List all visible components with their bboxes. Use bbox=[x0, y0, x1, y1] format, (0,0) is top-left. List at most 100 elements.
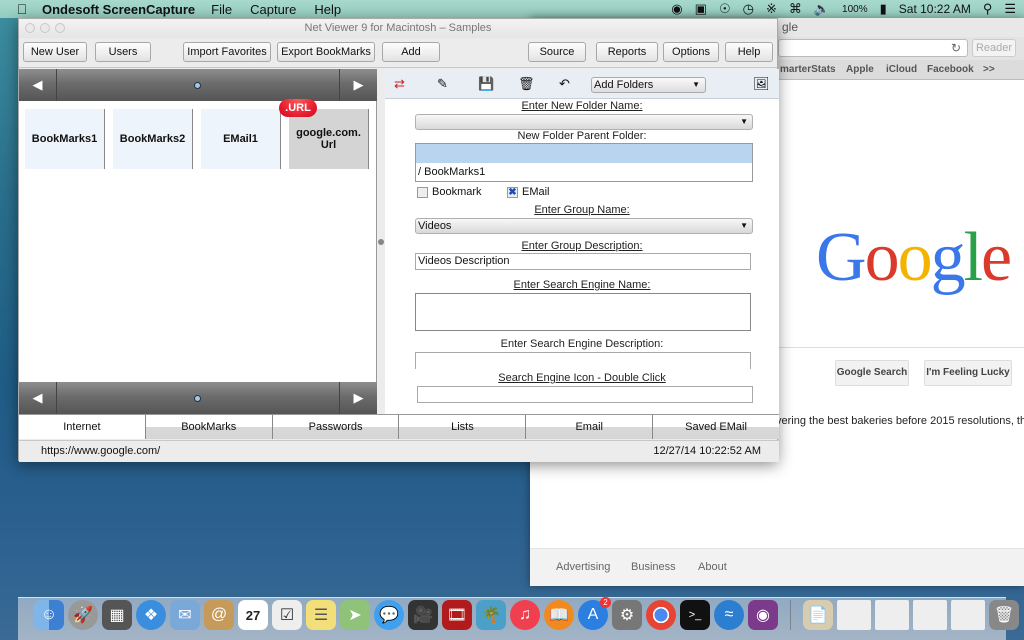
maps-icon[interactable]: ➤ bbox=[340, 600, 370, 630]
parent-folder-list[interactable]: / BookMarks1 bbox=[415, 143, 753, 182]
messages-icon[interactable]: 💬 bbox=[374, 600, 404, 630]
search-engine-name-field[interactable] bbox=[415, 293, 751, 331]
iphoto-icon[interactable]: 🌴 bbox=[476, 600, 506, 630]
reload-icon[interactable]: ↻ bbox=[951, 41, 961, 55]
google-search-button[interactable]: Google Search bbox=[835, 360, 909, 386]
tile-bookmarks2[interactable]: BookMarks2 bbox=[113, 109, 193, 169]
edit-icon[interactable]: ✎ bbox=[437, 76, 448, 92]
footer-about[interactable]: About bbox=[698, 561, 727, 573]
apple-menu-icon[interactable]:  bbox=[14, 1, 30, 17]
facetime-icon[interactable]: 🎥 bbox=[408, 600, 438, 630]
tab-lists[interactable]: Lists bbox=[399, 415, 527, 439]
scroll-right-arrow-icon[interactable]: ▶ bbox=[339, 69, 377, 101]
mode-select[interactable]: Add Folders ▼ bbox=[591, 77, 706, 93]
minimized-window-icon[interactable] bbox=[837, 600, 871, 630]
new-user-button[interactable]: New User bbox=[23, 42, 87, 62]
window-title-bar[interactable]: Net Viewer 9 for Macintosh – Samples bbox=[19, 19, 777, 38]
list-item[interactable]: / BookMarks1 bbox=[416, 163, 752, 181]
tile-bookmarks1[interactable]: BookMarks1 bbox=[25, 109, 105, 169]
bookmark-checkbox[interactable]: Bookmark bbox=[417, 186, 482, 198]
search-engine-icon-well[interactable] bbox=[417, 386, 753, 403]
mission-control-icon[interactable]: ▦ bbox=[102, 600, 132, 630]
list-item[interactable] bbox=[416, 144, 752, 163]
wifi-icon[interactable]: ⌘ bbox=[789, 1, 802, 17]
time-machine-icon[interactable]: ◷ bbox=[743, 1, 754, 17]
group-name-combo[interactable]: Videos ▼ bbox=[415, 218, 753, 234]
network-app-icon[interactable]: ≈ bbox=[714, 600, 744, 630]
menubar-clock[interactable]: Sat 10:22 AM bbox=[899, 2, 971, 16]
reader-button[interactable]: Reader bbox=[972, 39, 1016, 57]
chrome-icon[interactable] bbox=[646, 600, 676, 630]
group-description-field[interactable]: Videos Description bbox=[415, 253, 751, 270]
tab-bookmarks[interactable]: BookMarks bbox=[145, 415, 273, 439]
reminders-icon[interactable]: ☑ bbox=[272, 600, 302, 630]
export-bookmarks-button[interactable]: Export BookMarks bbox=[277, 42, 375, 62]
scroll-right-arrow-icon[interactable]: ▶ bbox=[339, 382, 377, 414]
image-icon[interactable]: 🖼 bbox=[753, 76, 770, 92]
notes-icon[interactable]: ☰ bbox=[306, 600, 336, 630]
ibooks-icon[interactable]: 📖 bbox=[544, 600, 574, 630]
itunes-icon[interactable]: ♫ bbox=[510, 600, 540, 630]
bookmark-icloud[interactable]: iCloud bbox=[886, 64, 917, 75]
new-folder-combo[interactable]: ▼ bbox=[415, 114, 753, 130]
scroll-left-arrow-icon[interactable]: ◀ bbox=[19, 382, 57, 414]
menu-help[interactable]: Help bbox=[314, 2, 341, 17]
safari-icon[interactable]: ❖ bbox=[136, 600, 166, 630]
reports-button[interactable]: Reports bbox=[596, 42, 658, 62]
tile-email1[interactable]: EMail1 bbox=[201, 109, 281, 169]
split-view-handle[interactable] bbox=[378, 239, 384, 245]
notification-center-icon[interactable]: ☰ bbox=[1004, 1, 1016, 17]
minimized-window-icon[interactable] bbox=[951, 600, 985, 630]
menu-capture[interactable]: Capture bbox=[250, 2, 296, 17]
mail-icon[interactable]: ✉ bbox=[170, 600, 200, 630]
checkbox-checked[interactable]: ✖ bbox=[507, 186, 518, 198]
bookmark-apple[interactable]: Apple bbox=[846, 64, 874, 75]
spotlight-icon[interactable]: ⚲ bbox=[983, 1, 993, 17]
app-store-icon[interactable]: A2 bbox=[578, 597, 611, 630]
zoom-button[interactable] bbox=[55, 23, 65, 33]
menu-file[interactable]: File bbox=[211, 2, 232, 17]
tab-internet[interactable]: Internet bbox=[19, 415, 146, 439]
help-button[interactable]: Help bbox=[725, 42, 773, 62]
system-preferences-icon[interactable]: ⚙ bbox=[612, 600, 642, 630]
finder-icon[interactable]: ☺ bbox=[34, 600, 64, 630]
move-items-icon[interactable]: ⇄ bbox=[394, 76, 405, 92]
bookmark-facebook[interactable]: Facebook bbox=[927, 64, 974, 75]
users-button[interactable]: Users bbox=[95, 42, 151, 62]
minimized-window-icon[interactable] bbox=[875, 600, 909, 630]
tab-saved-email[interactable]: Saved EMail bbox=[653, 415, 779, 439]
doodle-promo-text[interactable]: vering the best bakeries before 2015 res… bbox=[776, 415, 1024, 427]
minimize-button[interactable] bbox=[40, 23, 50, 33]
trash-icon[interactable]: 🗑 bbox=[989, 600, 1019, 630]
import-favorites-button[interactable]: Import Favorites bbox=[183, 42, 271, 62]
email-checkbox[interactable]: ✖ EMail bbox=[507, 186, 550, 198]
photo-booth-icon[interactable]: 🎞 bbox=[442, 600, 472, 630]
bottom-scroller[interactable]: ◀ ▶ bbox=[19, 382, 377, 414]
screen-capture-icon[interactable]: ▣ bbox=[695, 1, 707, 17]
minimized-window-icon[interactable] bbox=[913, 600, 947, 630]
screen-capture-app-icon[interactable]: ◉ bbox=[748, 600, 778, 630]
close-button[interactable] bbox=[25, 23, 35, 33]
source-button[interactable]: Source bbox=[528, 42, 586, 62]
add-button[interactable]: Add bbox=[382, 42, 440, 62]
scroll-position-dot[interactable] bbox=[194, 395, 201, 402]
bookmark-smarterstats[interactable]: marterStats bbox=[780, 64, 836, 75]
footer-advertising[interactable]: Advertising bbox=[556, 561, 610, 573]
search-engine-description-field[interactable] bbox=[415, 352, 751, 369]
scroll-position-dot[interactable] bbox=[194, 82, 201, 89]
trash-icon[interactable]: 🗑 bbox=[518, 76, 535, 92]
top-scroller[interactable]: ◀ ▶ bbox=[19, 69, 377, 101]
contacts-icon[interactable]: @ bbox=[204, 600, 234, 630]
menu-app-name[interactable]: Ondesoft ScreenCapture bbox=[42, 2, 195, 17]
accessibility-icon[interactable]: ☉ bbox=[719, 1, 731, 17]
status-app-icon[interactable]: ◉ bbox=[671, 1, 682, 17]
tile-google-url[interactable]: google.com. Url bbox=[289, 109, 369, 169]
checkbox-unchecked[interactable] bbox=[417, 186, 428, 198]
options-button[interactable]: Options bbox=[663, 42, 719, 62]
tab-email[interactable]: Email bbox=[526, 415, 654, 439]
volume-icon[interactable]: 🔈 bbox=[814, 1, 830, 17]
launchpad-icon[interactable]: 🚀 bbox=[68, 600, 98, 630]
battery-icon[interactable]: ▮ bbox=[880, 1, 887, 17]
terminal-icon[interactable]: >_ bbox=[680, 600, 710, 630]
undo-icon[interactable]: ↶ bbox=[559, 76, 570, 92]
